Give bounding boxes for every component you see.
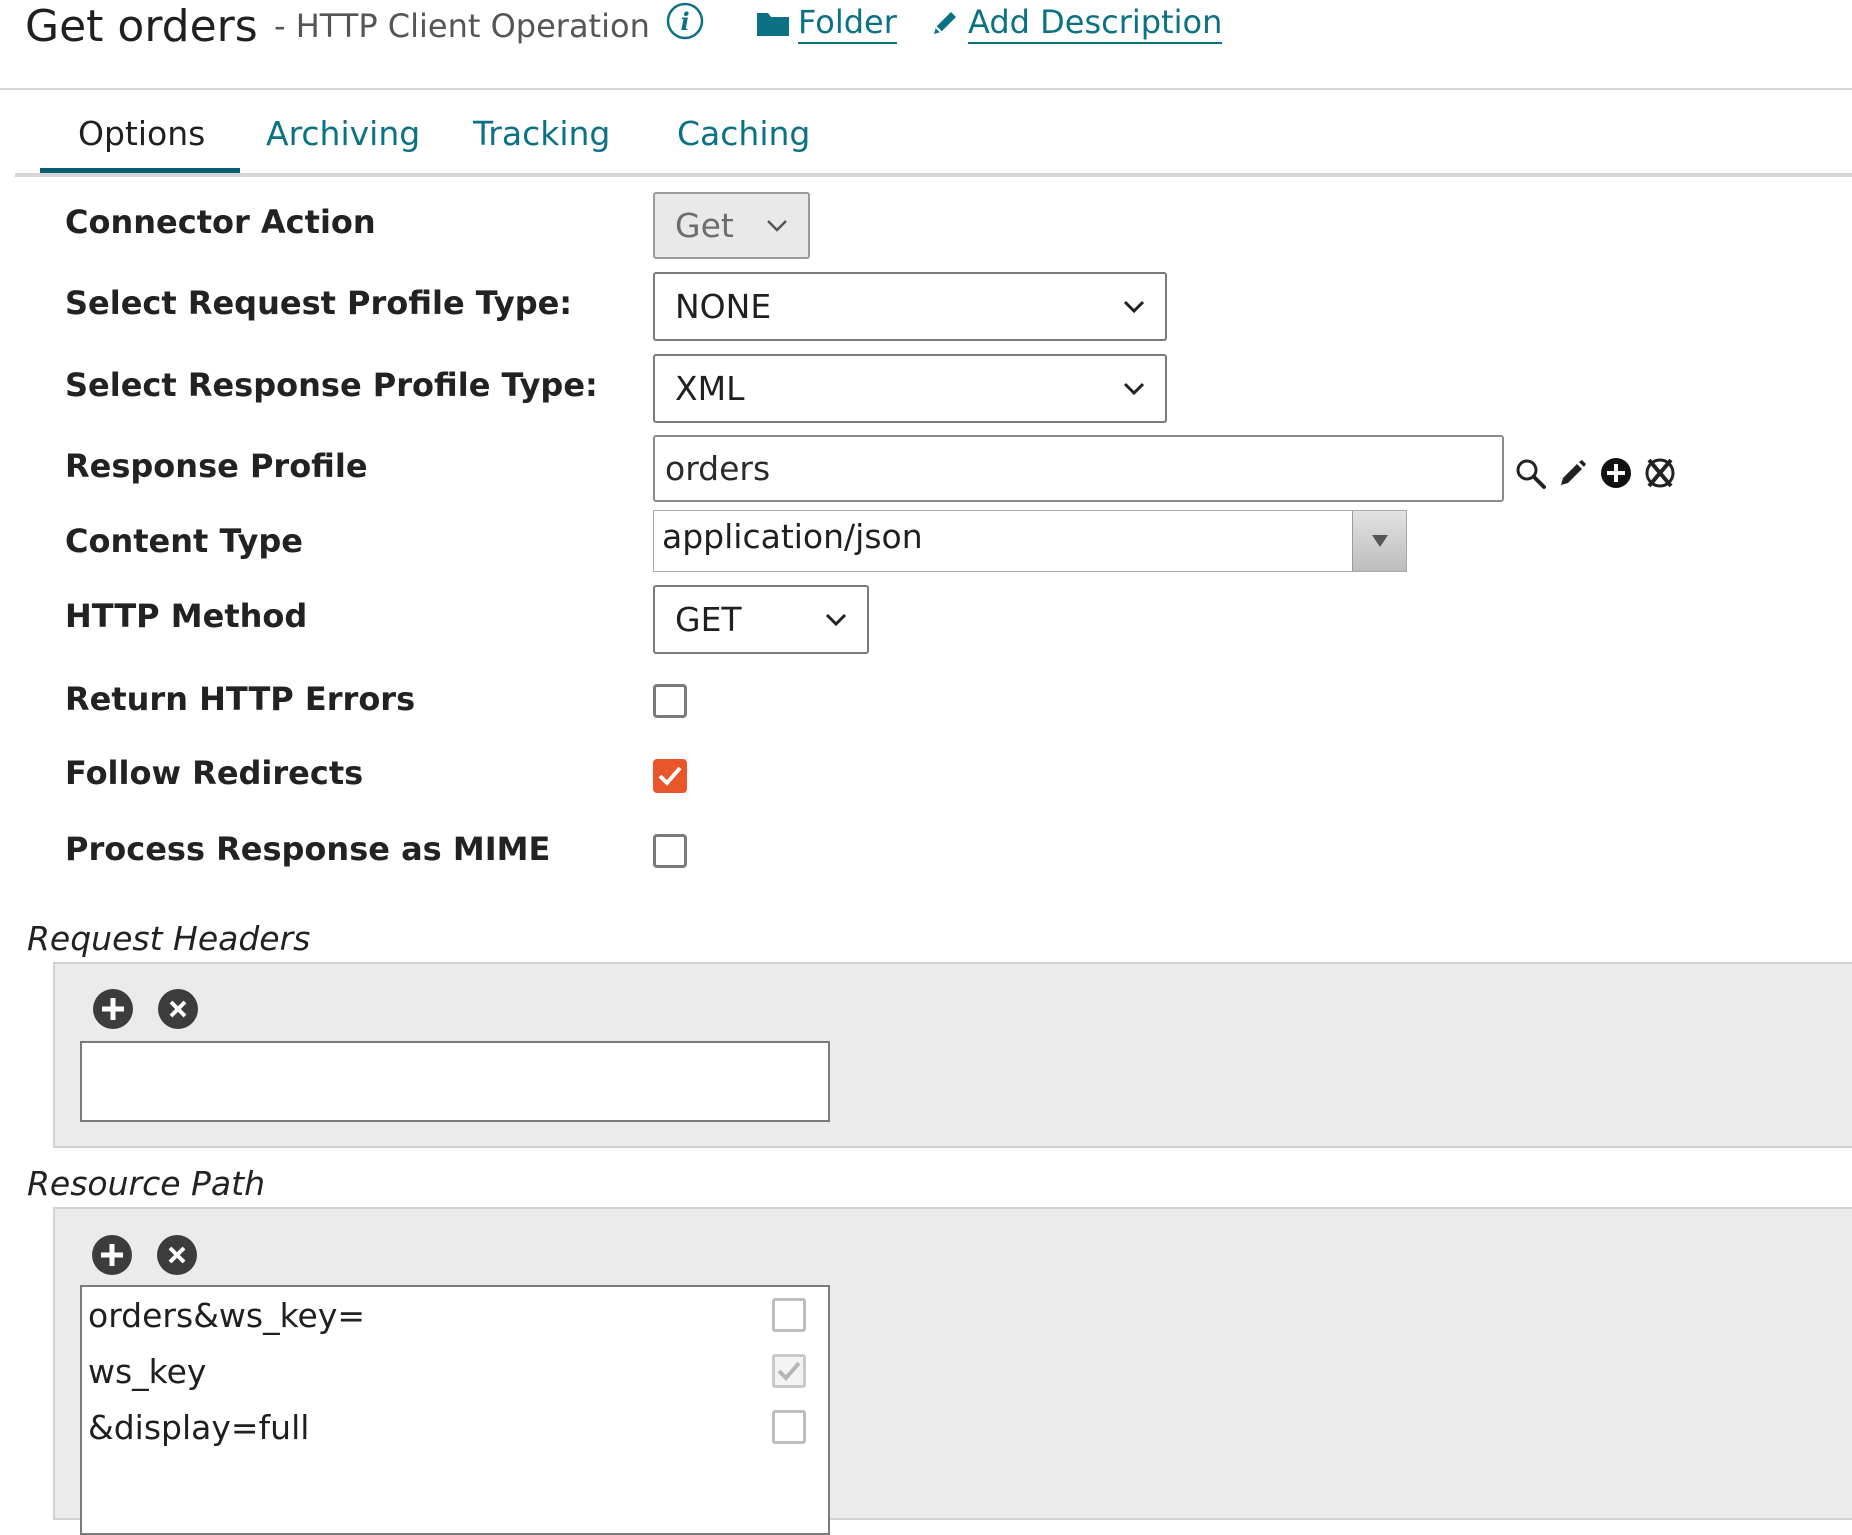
add-description-link[interactable]: Add Description bbox=[930, 2, 1223, 44]
page-subtitle: - HTTP Client Operation bbox=[274, 7, 650, 45]
remove-path-element-icon[interactable] bbox=[156, 1234, 198, 1276]
request-profile-type-value: NONE bbox=[675, 287, 772, 326]
request-profile-type-select[interactable]: NONE bbox=[653, 272, 1167, 341]
list-item[interactable]: &display=full bbox=[82, 1399, 828, 1455]
request-headers-title: Request Headers bbox=[27, 919, 311, 958]
triangle-down-icon bbox=[1371, 535, 1388, 547]
connector-action-label: Connector Action bbox=[65, 203, 376, 241]
process-response-mime-checkbox[interactable] bbox=[653, 834, 687, 868]
content-type-value[interactable]: application/json bbox=[654, 511, 1352, 571]
edit-icon[interactable] bbox=[1558, 458, 1588, 488]
return-http-errors-label: Return HTTP Errors bbox=[65, 680, 416, 718]
connector-action-value: Get bbox=[675, 206, 734, 245]
connector-action-select[interactable]: Get bbox=[653, 192, 810, 259]
folder-link-label: Folder bbox=[798, 2, 897, 44]
path-element-text: ws_key bbox=[88, 1351, 207, 1391]
http-method-label: HTTP Method bbox=[65, 597, 308, 635]
add-description-label: Add Description bbox=[968, 2, 1223, 44]
resource-path-list[interactable]: orders&ws_key= ws_key &display=full bbox=[80, 1285, 830, 1535]
tab-tracking[interactable]: Tracking bbox=[473, 112, 610, 156]
process-response-mime-label: Process Response as MIME bbox=[65, 830, 551, 868]
request-profile-type-label: Select Request Profile Type: bbox=[65, 284, 573, 322]
page-title: Get orders bbox=[25, 1, 258, 52]
replacement-variable-checkbox[interactable] bbox=[772, 1410, 806, 1444]
checkmark-icon bbox=[658, 766, 682, 786]
follow-redirects-label: Follow Redirects bbox=[65, 754, 364, 792]
http-method-select[interactable]: GET bbox=[653, 585, 869, 654]
content-type-dropdown-button[interactable] bbox=[1352, 511, 1406, 571]
tabs-divider bbox=[15, 173, 1852, 177]
resource-path-title: Resource Path bbox=[27, 1164, 266, 1203]
request-headers-list[interactable] bbox=[80, 1041, 830, 1122]
folder-link[interactable]: Folder bbox=[756, 2, 897, 44]
replacement-variable-checkbox[interactable] bbox=[772, 1354, 806, 1388]
content-type-combobox[interactable]: application/json bbox=[653, 510, 1407, 572]
pencil-icon bbox=[934, 12, 956, 34]
chevron-down-icon bbox=[1123, 300, 1145, 313]
search-icon[interactable] bbox=[1515, 458, 1547, 490]
response-profile-type-select[interactable]: XML bbox=[653, 354, 1167, 423]
list-item[interactable]: orders&ws_key= bbox=[82, 1287, 828, 1343]
add-header-icon[interactable] bbox=[92, 988, 134, 1030]
response-profile-value: orders bbox=[665, 449, 771, 488]
tab-archiving[interactable]: Archiving bbox=[266, 112, 420, 156]
clear-profile-icon[interactable] bbox=[1643, 456, 1677, 490]
svg-text:i: i bbox=[680, 7, 689, 36]
tab-caching[interactable]: Caching bbox=[677, 112, 810, 156]
resource-path-panel: orders&ws_key= ws_key &display=full bbox=[53, 1207, 1852, 1535]
http-method-value: GET bbox=[675, 600, 742, 639]
add-path-element-icon[interactable] bbox=[91, 1234, 133, 1276]
chevron-down-icon bbox=[767, 219, 787, 232]
follow-redirects-checkbox[interactable] bbox=[653, 759, 687, 793]
path-element-text: orders&ws_key= bbox=[88, 1295, 366, 1335]
request-headers-panel bbox=[53, 962, 1852, 1148]
info-icon[interactable]: i bbox=[666, 2, 704, 40]
checkmark-icon bbox=[777, 1361, 801, 1381]
content-type-label: Content Type bbox=[65, 522, 303, 560]
chevron-down-icon bbox=[825, 613, 847, 626]
add-circle-icon[interactable] bbox=[1600, 457, 1632, 489]
tab-options[interactable]: Options bbox=[78, 112, 205, 156]
chevron-down-icon bbox=[1123, 382, 1145, 395]
replacement-variable-checkbox[interactable] bbox=[772, 1298, 806, 1332]
header-divider bbox=[0, 88, 1852, 90]
list-item[interactable]: ws_key bbox=[82, 1343, 828, 1399]
path-element-text: &display=full bbox=[88, 1407, 310, 1447]
response-profile-type-value: XML bbox=[675, 369, 745, 408]
response-profile-field[interactable]: orders bbox=[653, 435, 1504, 502]
return-http-errors-checkbox[interactable] bbox=[653, 684, 687, 718]
response-profile-type-label: Select Response Profile Type: bbox=[65, 366, 598, 404]
folder-icon bbox=[757, 13, 789, 36]
response-profile-label: Response Profile bbox=[65, 447, 368, 485]
remove-header-icon[interactable] bbox=[157, 988, 199, 1030]
